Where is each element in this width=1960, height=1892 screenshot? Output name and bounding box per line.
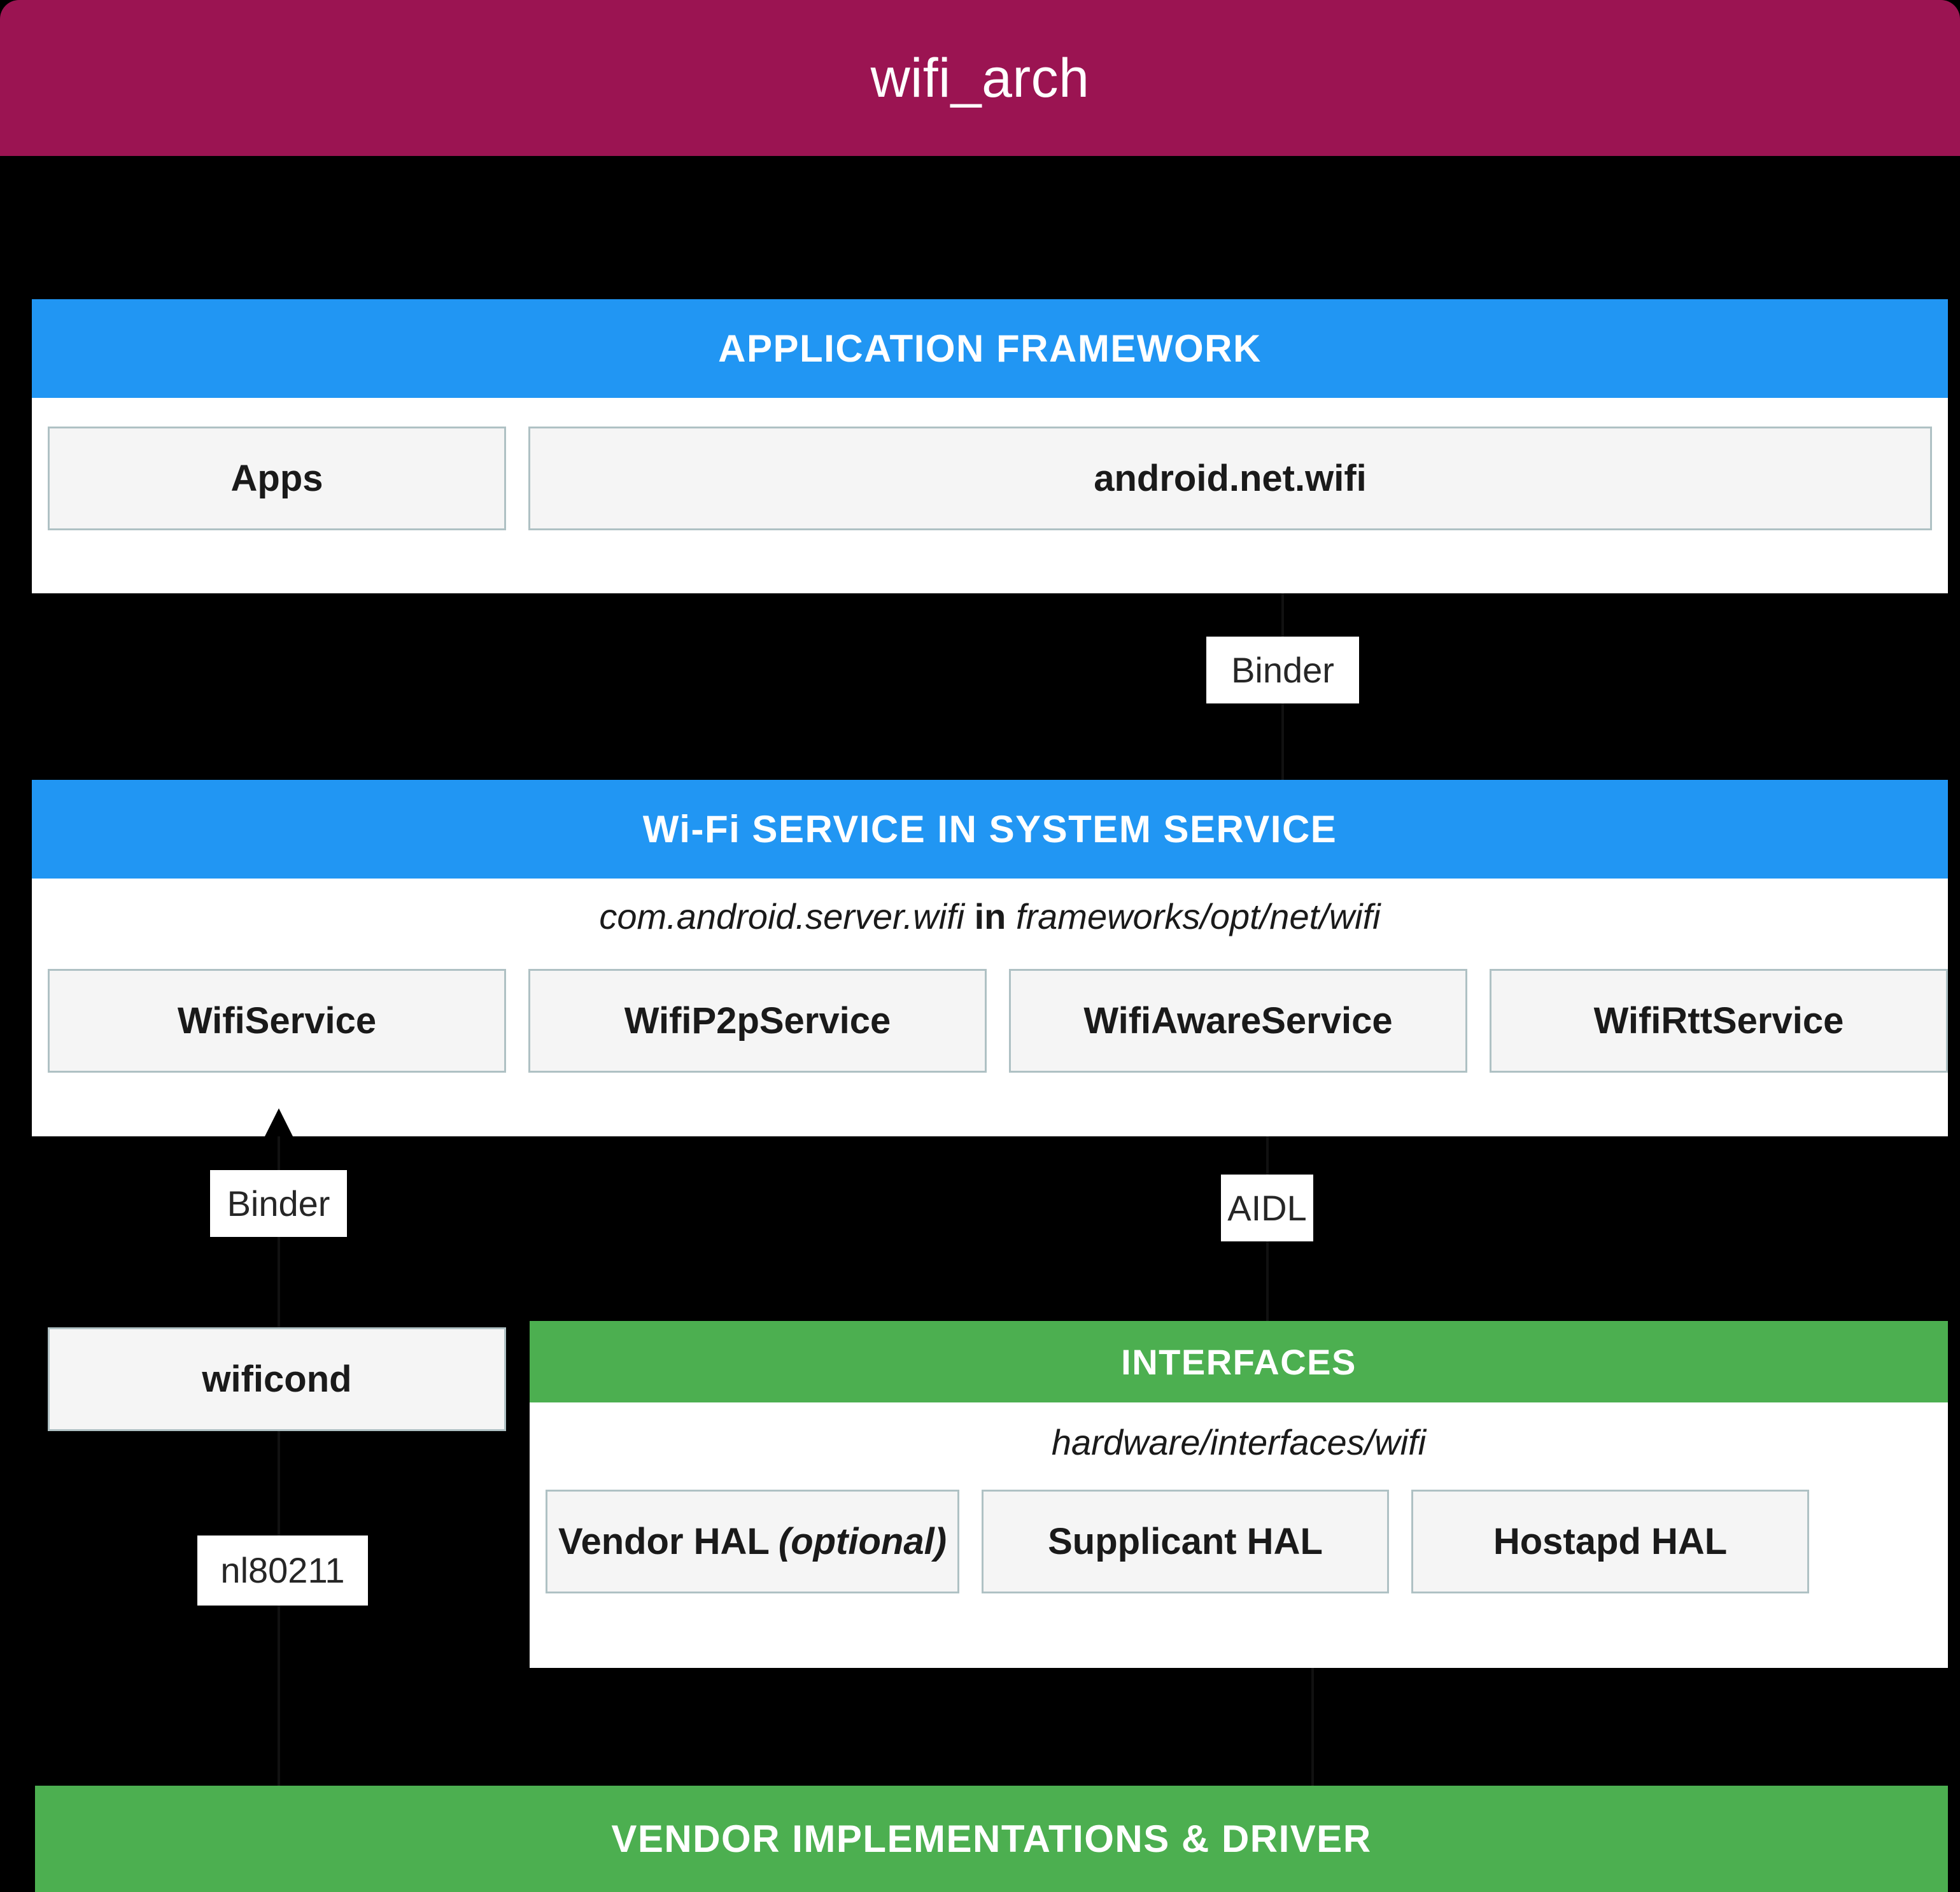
box-wifip2pservice[interactable]: WifiP2pService: [528, 969, 987, 1073]
interfaces-band: INTERFACES: [530, 1321, 1948, 1402]
interfaces-section: INTERFACES hardware/interfaces/wifi Vend…: [530, 1321, 1948, 1668]
box-supplicant-hal[interactable]: Supplicant HAL: [982, 1490, 1389, 1593]
page-title: wifi_arch: [870, 47, 1090, 109]
interfaces-path: hardware/interfaces/wifi: [1051, 1422, 1427, 1462]
box-vendor-hal[interactable]: Vendor HAL (optional): [546, 1490, 959, 1593]
arrowhead-up-icon-wifiservice: [265, 1108, 293, 1136]
box-hostapd-hal-label: Hostapd HAL: [1493, 1521, 1728, 1562]
connector-label-binder-framework: Binder: [1206, 637, 1359, 703]
box-apps-label: Apps: [230, 458, 323, 499]
connector-wificond-to-vendor: [278, 1431, 280, 1788]
box-apps[interactable]: Apps: [48, 427, 506, 530]
box-wifirttservice-label: WifiRttService: [1593, 1000, 1844, 1041]
wifi-service-package-prefix: com.android.server.wifi: [599, 896, 965, 936]
connector-interfaces-to-vendor: [1311, 1668, 1314, 1789]
application-framework-band: APPLICATION FRAMEWORK: [32, 299, 1948, 398]
box-wificond[interactable]: wificond: [48, 1327, 506, 1431]
diagram-title-bar: wifi_arch: [0, 0, 1960, 156]
box-wifiawareservice[interactable]: WifiAwareService: [1009, 969, 1467, 1073]
wifi-service-package-path: com.android.server.wifi in frameworks/op…: [32, 896, 1948, 937]
box-wifip2pservice-label: WifiP2pService: [624, 1000, 891, 1041]
box-wificond-label: wificond: [202, 1359, 352, 1400]
box-wifirttservice[interactable]: WifiRttService: [1490, 969, 1948, 1073]
connector-label-aidl: AIDL: [1221, 1175, 1313, 1241]
box-supplicant-hal-label: Supplicant HAL: [1048, 1521, 1323, 1562]
vendor-implementations-band: VENDOR IMPLEMENTATIONS & DRIVER: [35, 1786, 1948, 1892]
box-wifiawareservice-label: WifiAwareService: [1083, 1000, 1393, 1041]
connector-label-binder-wificond: Binder: [210, 1170, 347, 1237]
wifi-service-package-suffix: frameworks/opt/net/wifi: [1015, 896, 1381, 936]
box-wifiservice[interactable]: WifiService: [48, 969, 506, 1073]
wifi-service-section: Wi-Fi SERVICE IN SYSTEM SERVICE com.andr…: [32, 780, 1948, 1136]
box-vendor-hal-label: Vendor HAL: [558, 1521, 770, 1562]
box-android-net-wifi[interactable]: android.net.wifi: [528, 427, 1932, 530]
box-android-net-wifi-label: android.net.wifi: [1094, 458, 1367, 499]
box-vendor-hal-optional: (optional): [778, 1521, 947, 1562]
box-hostapd-hal[interactable]: Hostapd HAL: [1411, 1490, 1809, 1593]
application-framework-section: APPLICATION FRAMEWORK Apps android.net.w…: [32, 299, 1948, 593]
connector-label-nl80211: nl80211: [197, 1535, 368, 1606]
vendor-implementations-label: VENDOR IMPLEMENTATIONS & DRIVER: [611, 1818, 1372, 1860]
wifi-service-package-join: in: [974, 896, 1006, 936]
box-wifiservice-label: WifiService: [177, 1000, 377, 1041]
wifi-service-band: Wi-Fi SERVICE IN SYSTEM SERVICE: [32, 780, 1948, 879]
